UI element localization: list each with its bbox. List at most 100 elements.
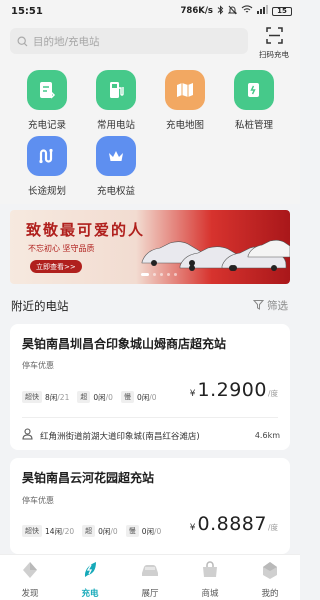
nav-label: 商城 [201,589,219,599]
charger-count: 14闲/20 [45,526,75,536]
quick-action-charge-record[interactable]: 充电记录 [11,70,83,131]
nav-charge[interactable]: 充电 [60,559,120,599]
card-divider [22,417,278,418]
nav-mall[interactable]: 商城 [180,559,240,599]
search-icon [17,32,28,51]
charge-icon [79,562,101,585]
pagination-dot [174,273,177,276]
nav-label: 充电 [81,589,99,599]
nav-discover[interactable]: 发现 [0,559,60,599]
signal-icon [257,5,268,17]
scan-charge-button[interactable]: 扫码充电 [255,27,293,60]
filter-button[interactable]: 筛选 [252,298,288,313]
banner-pagination [141,273,177,276]
quick-action-label: 私桩管理 [234,120,273,131]
station-price: ¥ 0.8887 /度 [190,513,278,535]
price-value: 1.2900 [197,379,267,401]
charger-count: 0闲/0 [136,392,157,402]
battery-icon: 15 [272,6,292,16]
scan-label: 扫码充电 [259,50,289,59]
quick-action-label: 常用电站 [96,120,135,131]
charger-tag: 超快 [22,391,42,403]
favorite-station-icon [96,70,136,110]
nav-showroom[interactable]: 展厅 [120,559,180,599]
quick-action-grid: 充电记录 常用电站 充电地图 私桩管理 长途规划 充电权益 [0,64,300,204]
price-currency: ¥ [189,523,196,533]
charger-tag: 慢 [125,525,139,537]
status-time: 15:51 [11,5,43,17]
banner-view-button[interactable]: 立即查看>> [30,260,82,273]
price-value: 0.8887 [197,513,267,535]
charge-map-icon [165,70,205,110]
charger-count: 0闲/0 [93,392,113,402]
charger-tag: 慢 [120,391,134,403]
charge-benefit-icon [96,136,136,176]
status-right: 786K/s 15 [180,4,292,18]
parking-discount: 停车优惠 [22,496,54,505]
search-input[interactable]: 目的地/充电站 [33,34,100,49]
charge-record-icon [27,70,67,110]
bottom-nav: 发现 充电 展厅 商城 我的 [0,554,300,600]
quick-action-charge-benefit[interactable]: 充电权益 [80,136,152,197]
pagination-dot [141,273,149,276]
pagination-dot [153,273,156,276]
bluetooth-icon [217,4,224,18]
nearby-title: 附近的电站 [11,299,69,313]
profile-icon [259,562,281,585]
quick-action-label: 充电记录 [27,120,66,131]
network-speed: 786K/s [180,6,214,16]
nearby-header: 附近的电站 筛选 [0,292,300,320]
nav-label: 我的 [261,589,279,599]
nav-label: 展厅 [141,589,159,599]
mall-icon [199,561,221,585]
quick-action-favorite-station[interactable]: 常用电站 [80,70,152,131]
charger-count: 8闲/21 [45,392,70,402]
price-unit: /度 [267,523,278,532]
banner-cars-image [141,239,290,271]
station-distance: 4.6km [254,431,280,440]
nav-label: 发现 [21,589,39,599]
station-name: 昊铂南昌圳昌合印象城山姆商店超充站 [22,337,227,351]
long-trip-icon [27,136,67,176]
station-card[interactable]: 昊铂南昌圳昌合印象城山姆商店超充站 停车优惠 超快 8闲/21 超 0闲/0 慢… [10,324,290,450]
charger-availability: 超快 8闲/21 超 0闲/0 慢 0闲/0 [22,391,162,403]
status-bar: 15:51 786K/s 15 [0,0,300,22]
parking-discount: 停车优惠 [22,361,54,370]
charger-tag: 超快 [22,525,42,537]
quick-action-label: 长途规划 [27,186,66,197]
showroom-car-icon [139,565,161,585]
charger-count: 0闲/0 [98,526,118,536]
charger-count: 0闲/0 [141,526,162,536]
filter-label: 筛选 [267,300,288,312]
quick-action-label: 充电地图 [165,120,204,131]
promo-banner[interactable]: 致敬最可爱的人 不忘初心 坚守品质 立即查看>> [10,210,290,284]
quick-action-long-trip[interactable]: 长途规划 [11,136,83,197]
pagination-dot [160,273,163,276]
mute-icon [227,5,238,18]
charger-tag: 超 [82,525,96,537]
station-address-row[interactable]: 红角洲街道前湖大道印象城(南昌红谷滩店) 4.6km [22,428,280,443]
banner-title: 致敬最可爱的人 [26,221,146,239]
charger-availability: 超快 14闲/20 超 0闲/0 慢 0闲/0 [22,525,166,537]
charger-tag: 超 [77,391,91,403]
top-header: 目的地/充电站 扫码充电 [0,22,300,64]
quick-action-label: 充电权益 [96,186,135,197]
price-unit: /度 [267,389,278,398]
pagination-dot [167,273,170,276]
wifi-icon [241,5,253,17]
quick-action-private-pile[interactable]: 私桩管理 [218,70,290,131]
battery-level: 15 [277,6,287,15]
station-address: 红角洲街道前湖大道印象城(南昌红谷滩店) [40,431,200,442]
private-pile-icon [234,70,274,110]
filter-icon [252,299,265,313]
discover-icon [19,562,41,585]
station-price: ¥ 1.2900 /度 [190,379,278,401]
station-card[interactable]: 昊铂南昌云河花园超充站 停车优惠 超快 14闲/20 超 0闲/0 慢 0闲/0… [10,458,290,554]
quick-action-charge-map[interactable]: 充电地图 [149,70,221,131]
price-currency: ¥ [189,389,196,399]
station-name: 昊铂南昌云河花园超充站 [22,471,155,485]
location-pin-icon [22,428,33,443]
banner-subtitle: 不忘初心 坚守品质 [28,244,95,253]
search-bar[interactable]: 目的地/充电站 [10,28,248,54]
nav-profile[interactable]: 我的 [240,559,300,599]
